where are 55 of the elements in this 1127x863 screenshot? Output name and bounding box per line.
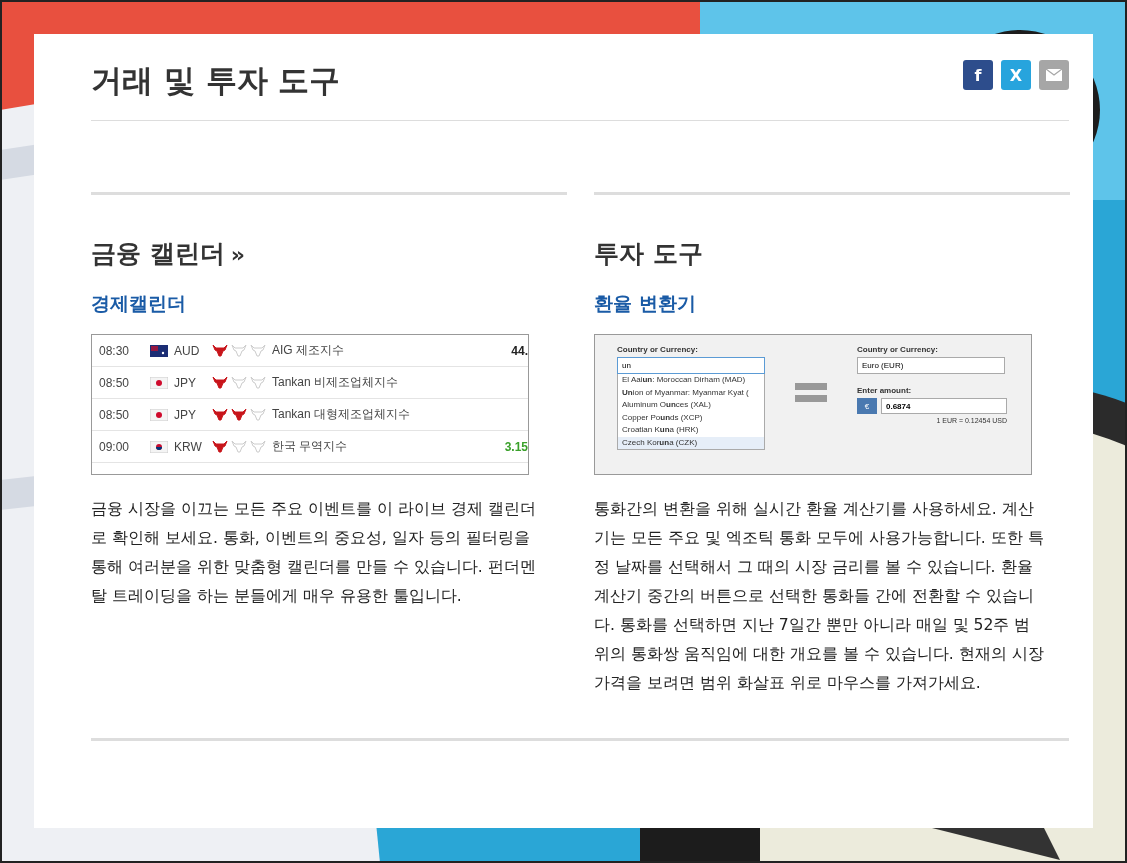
- email-share-button[interactable]: [1039, 60, 1069, 90]
- bull-outline-icon: [250, 440, 266, 453]
- flag-icon: [150, 440, 168, 453]
- event-name: Tankan 비제조업체지수: [272, 374, 399, 391]
- event-name: AIG 제조지수: [272, 342, 344, 359]
- bull-outline-icon: [231, 344, 247, 357]
- share-button[interactable]: f: [963, 60, 993, 90]
- event-time: 08:50: [99, 375, 131, 390]
- event-time: 08:50: [99, 407, 131, 422]
- flag-icon: [150, 408, 168, 421]
- bull-icon: [212, 440, 228, 453]
- bull-icon: [212, 408, 228, 421]
- flag-icon: [150, 344, 168, 357]
- actual-value: 3.15: [504, 439, 528, 454]
- section-heading: 투자 도구: [594, 238, 703, 270]
- flag-icon: [150, 376, 168, 389]
- event-time: 09:00: [99, 439, 131, 454]
- bull-icon: [212, 376, 228, 389]
- amount-input[interactable]: 0.6874: [881, 398, 1007, 414]
- field-label: Country or Currency:: [617, 345, 699, 354]
- currency-code: AUD: [174, 343, 201, 358]
- bull-icon: [231, 408, 247, 421]
- currency-option[interactable]: Union of Myanmar: Myanmar Kyat (: [618, 386, 764, 399]
- currency-input[interactable]: un: [617, 357, 765, 374]
- currency-input[interactable]: Euro (EUR): [857, 357, 1005, 374]
- bull-outline-icon: [231, 376, 247, 389]
- section-heading: 금융 캘린더: [91, 238, 225, 270]
- field-label: Country or Currency:: [857, 345, 939, 354]
- section-description: 금융 시장을 이끄는 모든 주요 이벤트를 이 라이브 경제 캘린더로 확인해 보세요. 통화, 이벤트의 중요성, 일자 등의 필터링을 통해 여러분을 위한 맞춤형 캘린더를 만들 수 있습니다. 펀더멘탈 트레이딩을 하는 분들에게 매우 유용한 툴입니다.: [91, 499, 537, 607]
- bull-icon: [212, 344, 228, 357]
- currency-code: JPY: [174, 407, 197, 422]
- actual-value: 44.: [511, 343, 528, 358]
- currency-code: KRW: [174, 439, 203, 454]
- currency-code: JPY: [174, 375, 197, 390]
- bull-outline-icon: [250, 344, 266, 357]
- tool-link[interactable]: 경제캘린더: [91, 291, 186, 317]
- mail-icon: [1046, 69, 1062, 81]
- event-name: 한국 무역지수: [272, 438, 348, 455]
- currency-option[interactable]: Aluminum Ounces (XAL): [618, 399, 764, 412]
- equals-icon: [795, 383, 827, 403]
- tool-link[interactable]: 환율 변환기: [594, 291, 696, 317]
- event-time: 08:30: [99, 343, 131, 358]
- currency-option[interactable]: Copper Pounds (XCP): [618, 411, 764, 424]
- bull-outline-icon: [250, 376, 266, 389]
- page-title: 거래 및 투자 도구: [91, 61, 341, 100]
- currency-symbol: €: [857, 398, 877, 414]
- field-label: Enter amount:: [857, 386, 913, 395]
- more-arrow[interactable]: »: [230, 242, 245, 267]
- bull-outline-icon: [231, 440, 247, 453]
- currency-option[interactable]: El Aaiun: Moroccan Dirham (MAD): [618, 374, 764, 387]
- section-description: 통화간의 변환을 위해 실시간 환율 계산기를 사용하세요. 계산기는 모든 주요 및 엑조틱 통화 모두에 사용가능합니다. 또한 특정 날짜를 선택해서 그 때의 시장 금리를 볼 수 있습니다. 환율 계산기 중간의 버튼으로 선택한 통화들 간에 전환할 수 있습니다. 통화를 선택하면 지난 7일간 뿐만 아니라 매일 및 52주 범위의 통화쌍 움직임에 대한 개요를 볼 수 있습니다. 현재의 시장 가격을 보려면 범위 화살표 위로 마우스를 가져가세요.: [594, 499, 1044, 694]
- currency-option[interactable]: Czech Koruna (CZK): [618, 436, 764, 449]
- currency-option[interactable]: Croatian Kuna (HRK): [618, 424, 764, 437]
- bull-outline-icon: [250, 408, 266, 421]
- event-name: Tankan 대형제조업체지수: [272, 406, 411, 423]
